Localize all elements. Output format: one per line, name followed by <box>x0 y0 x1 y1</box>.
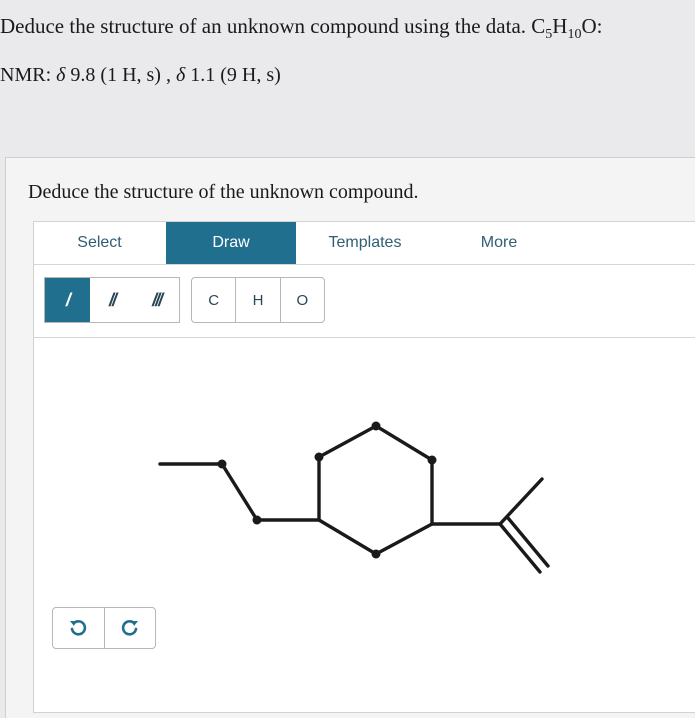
tab-more[interactable]: More <box>434 222 564 264</box>
bond <box>374 424 434 462</box>
tab-draw[interactable]: Draw <box>166 222 296 264</box>
atom-node <box>371 549 381 559</box>
single-bond-button[interactable]: / <box>45 278 90 322</box>
tab-select[interactable]: Select <box>34 222 165 264</box>
delta-symbol: δ <box>175 64 186 86</box>
undo-icon <box>70 620 87 636</box>
atom-node <box>314 452 324 462</box>
subscript-h: 10 <box>567 27 582 43</box>
undo-redo-group <box>52 607 156 649</box>
bond <box>498 477 544 526</box>
bond <box>317 518 378 556</box>
editor-tabbar: Select Draw Templates More <box>34 222 695 265</box>
drawing-canvas[interactable] <box>34 338 695 708</box>
drawn-structure <box>158 421 550 574</box>
redo-button[interactable] <box>103 608 156 648</box>
atom-node <box>217 459 227 469</box>
redo-icon <box>121 620 138 636</box>
atom-node <box>427 455 437 465</box>
nmr-data: NMR: δ 9.8 (1 H, s) , δ 1.1 (9 H, s) <box>0 64 281 86</box>
bond <box>374 522 434 556</box>
triple-bond-button[interactable]: /// <box>134 278 179 322</box>
tab-templates[interactable]: Templates <box>296 222 434 264</box>
draw-toolbar: / // /// C H O <box>34 264 695 338</box>
double-bond-button[interactable]: // <box>90 278 135 322</box>
bond-tool-group: / // /// <box>44 277 180 323</box>
question-text: Deduce the structure of an unknown compo… <box>0 14 603 43</box>
bond <box>317 424 378 459</box>
atom-node <box>371 421 381 431</box>
oxygen-atom-button[interactable]: O <box>279 278 324 322</box>
prompt-text: Deduce the structure of the unknown comp… <box>28 181 419 203</box>
atom-tool-group: C H O <box>191 277 325 323</box>
atom-node <box>252 515 262 525</box>
undo-button[interactable] <box>53 608 104 648</box>
hydrogen-atom-button[interactable]: H <box>235 278 279 322</box>
bond <box>220 462 259 522</box>
carbon-atom-button[interactable]: C <box>192 278 235 322</box>
